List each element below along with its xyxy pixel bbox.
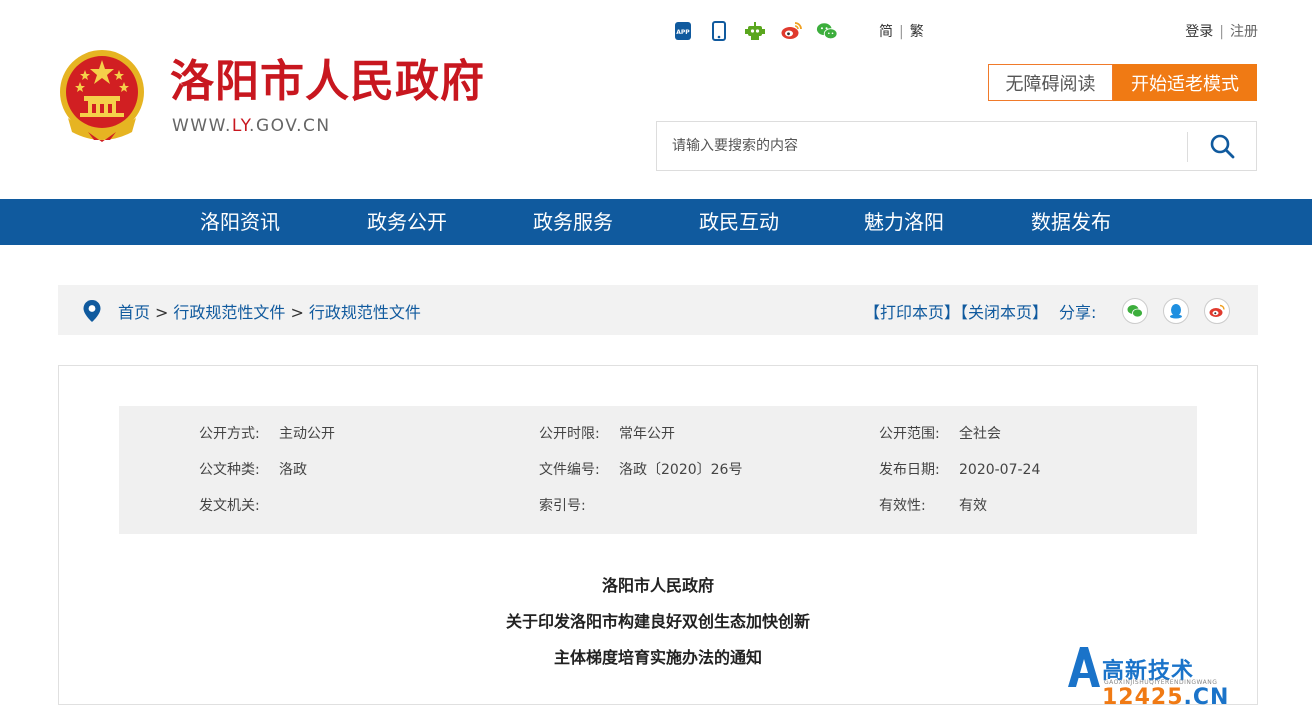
watermark-logo-icon (1068, 647, 1100, 687)
nav-item-gov-service[interactable]: 政务服务 (533, 199, 613, 245)
robot-icon[interactable] (744, 20, 766, 42)
search-button[interactable] (1188, 122, 1256, 170)
site-title: 洛阳市人民政府 (170, 56, 485, 107)
breadcrumb-separator: > (290, 303, 304, 322)
meta-validity: 有效性: 有效 (879, 498, 987, 514)
login-link[interactable]: 登录 (1185, 24, 1213, 40)
page-tools: 【打印本页】【关闭本页】 (864, 299, 1048, 323)
breadcrumb-separator: > (155, 303, 169, 322)
url-prefix: WWW. (172, 116, 232, 136)
main-nav: 洛阳资讯 政务公开 政务服务 政民互动 魅力洛阳 数据发布 (0, 199, 1312, 245)
wechat-icon (1127, 305, 1143, 318)
document-title-line-2: 关于印发洛阳市构建良好双创生态加快创新 (505, 612, 810, 631)
top-icon-bar: APP (672, 20, 838, 42)
document-title-line-1: 洛阳市人民政府 (601, 576, 714, 595)
nav-item-gov-open[interactable]: 政务公开 (367, 199, 447, 245)
share-qq-button[interactable] (1163, 298, 1189, 324)
site-watermark: 高新技术12425.CN GAOXINJISHUQIYERENDINGWANG (1066, 643, 1312, 710)
search-icon (1210, 134, 1235, 159)
print-page-link[interactable]: 【打印本页】 (864, 303, 960, 322)
meta-disclosure-method: 公开方式: 主动公开 (199, 426, 335, 442)
svg-text:APP: APP (676, 29, 690, 36)
national-emblem-logo (58, 48, 146, 144)
nav-item-data[interactable]: 数据发布 (1031, 199, 1111, 245)
meta-index-number: 索引号: (539, 498, 586, 514)
breadcrumb: 首页 > 行政规范性文件 > 行政规范性文件 (118, 299, 421, 323)
weibo-icon[interactable] (780, 20, 802, 42)
auth-separator: | (1219, 24, 1224, 40)
share-label: 分享: (1059, 303, 1097, 322)
nav-item-charm[interactable]: 魅力洛阳 (864, 199, 944, 245)
elder-mode-button[interactable]: 开始适老模式 (1113, 64, 1257, 101)
search-box (656, 121, 1257, 171)
location-pin-icon (82, 299, 102, 327)
close-page-link[interactable]: 【关闭本页】 (960, 303, 1048, 322)
breadcrumb-home-link[interactable]: 首页 (118, 303, 150, 322)
document-meta-table: 公开方式: 主动公开 公开时限: 常年公开 公开范围: 全社会 公文种类: 洛政 文件编… (119, 406, 1197, 534)
site-url: WWW.LY.GOV.CN (172, 116, 331, 136)
search-input[interactable] (657, 122, 1187, 170)
accessibility-button[interactable]: 无障碍阅读 (988, 64, 1113, 101)
meta-disclosure-scope: 公开范围: 全社会 (879, 426, 1001, 442)
register-link[interactable]: 注册 (1230, 24, 1258, 40)
share-weibo-button[interactable] (1204, 298, 1230, 324)
qq-icon (1170, 304, 1182, 319)
meta-doc-number: 文件编号: 洛政〔2020〕26号 (539, 462, 743, 478)
wechat-icon[interactable] (816, 20, 838, 42)
auth-links: 登录 | 注册 (1185, 21, 1258, 41)
weibo-icon (1209, 304, 1225, 317)
meta-issuing-authority: 发文机关: (199, 498, 260, 514)
watermark-subtext: GAOXINJISHUQIYERENDINGWANG (1104, 679, 1218, 686)
nav-item-news[interactable]: 洛阳资讯 (200, 199, 280, 245)
meta-disclosure-period: 公开时限: 常年公开 (539, 426, 675, 442)
lang-simplified-link[interactable]: 简 (879, 24, 893, 40)
lang-traditional-link[interactable]: 繁 (910, 24, 924, 40)
nav-item-interaction[interactable]: 政民互动 (699, 199, 779, 245)
meta-doc-type: 公文种类: 洛政 (199, 462, 307, 478)
meta-publish-date: 发布日期: 2020-07-24 (879, 462, 1041, 478)
url-suffix: .GOV.CN (249, 116, 331, 136)
breadcrumb-link-category[interactable]: 行政规范性文件 (173, 303, 285, 322)
lang-separator: | (899, 24, 904, 40)
app-icon[interactable]: APP (672, 20, 694, 42)
share-wechat-button[interactable] (1122, 298, 1148, 324)
breadcrumb-link-current[interactable]: 行政规范性文件 (309, 303, 421, 322)
breadcrumb-bar: 首页 > 行政规范性文件 > 行政规范性文件 【打印本页】【关闭本页】 分享: (58, 285, 1258, 335)
url-highlight: LY (231, 116, 250, 136)
mobile-icon[interactable] (708, 20, 730, 42)
language-switch: 简 | 繁 (879, 21, 924, 41)
